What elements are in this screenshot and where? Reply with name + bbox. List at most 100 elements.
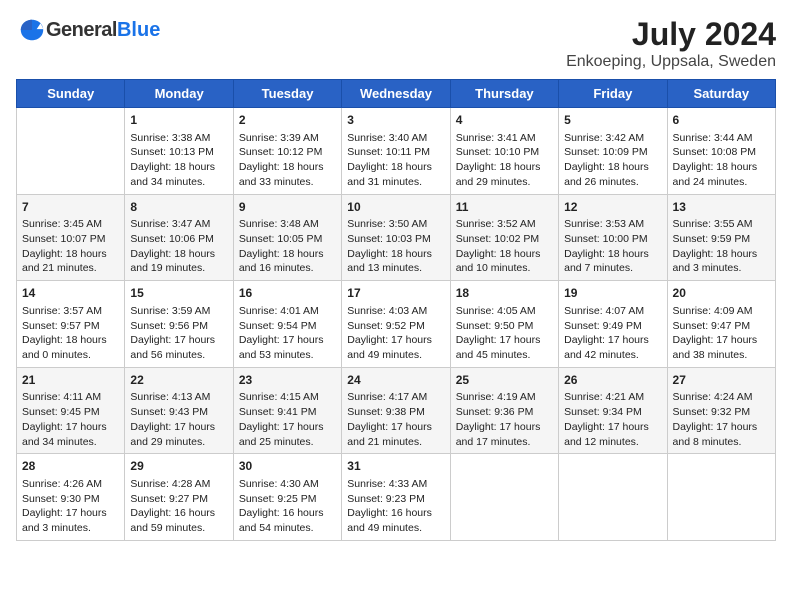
- logo: GeneralBlue: [16, 16, 160, 44]
- month-title: July 2024: [566, 16, 776, 53]
- daylight-text: Daylight: 18 hours and 19 minutes.: [130, 247, 227, 276]
- sunrise-text: Sunrise: 4:17 AM: [347, 390, 444, 405]
- calendar-cell: 30Sunrise: 4:30 AMSunset: 9:25 PMDayligh…: [233, 454, 341, 541]
- sunrise-text: Sunrise: 4:21 AM: [564, 390, 661, 405]
- weekday-header-sunday: Sunday: [17, 80, 125, 108]
- sunrise-text: Sunrise: 3:45 AM: [22, 217, 119, 232]
- calendar-cell: 11Sunrise: 3:52 AMSunset: 10:02 PMDaylig…: [450, 194, 558, 281]
- day-number: 26: [564, 372, 661, 389]
- sunrise-text: Sunrise: 4:33 AM: [347, 477, 444, 492]
- calendar-cell: [450, 454, 558, 541]
- sunrise-text: Sunrise: 4:13 AM: [130, 390, 227, 405]
- day-number: 3: [347, 112, 444, 129]
- daylight-text: Daylight: 18 hours and 10 minutes.: [456, 247, 553, 276]
- calendar-cell: 25Sunrise: 4:19 AMSunset: 9:36 PMDayligh…: [450, 367, 558, 454]
- daylight-text: Daylight: 17 hours and 42 minutes.: [564, 333, 661, 362]
- daylight-text: Daylight: 17 hours and 25 minutes.: [239, 420, 336, 449]
- day-number: 17: [347, 285, 444, 302]
- calendar-cell: 31Sunrise: 4:33 AMSunset: 9:23 PMDayligh…: [342, 454, 450, 541]
- calendar-cell: 5Sunrise: 3:42 AMSunset: 10:09 PMDayligh…: [559, 108, 667, 195]
- sunset-text: Sunset: 10:07 PM: [22, 232, 119, 247]
- day-number: 28: [22, 458, 119, 475]
- sunset-text: Sunset: 9:54 PM: [239, 319, 336, 334]
- calendar-cell: 14Sunrise: 3:57 AMSunset: 9:57 PMDayligh…: [17, 281, 125, 368]
- sunset-text: Sunset: 9:27 PM: [130, 492, 227, 507]
- day-number: 30: [239, 458, 336, 475]
- calendar-cell: 16Sunrise: 4:01 AMSunset: 9:54 PMDayligh…: [233, 281, 341, 368]
- sunset-text: Sunset: 10:02 PM: [456, 232, 553, 247]
- logo-general-text: General: [46, 19, 117, 42]
- sunrise-text: Sunrise: 4:09 AM: [673, 304, 770, 319]
- day-number: 19: [564, 285, 661, 302]
- sunset-text: Sunset: 9:23 PM: [347, 492, 444, 507]
- calendar-cell: 29Sunrise: 4:28 AMSunset: 9:27 PMDayligh…: [125, 454, 233, 541]
- sunrise-text: Sunrise: 3:59 AM: [130, 304, 227, 319]
- sunset-text: Sunset: 10:12 PM: [239, 145, 336, 160]
- sunrise-text: Sunrise: 4:07 AM: [564, 304, 661, 319]
- sunset-text: Sunset: 9:49 PM: [564, 319, 661, 334]
- calendar-cell: 6Sunrise: 3:44 AMSunset: 10:08 PMDayligh…: [667, 108, 775, 195]
- day-number: 13: [673, 199, 770, 216]
- daylight-text: Daylight: 18 hours and 29 minutes.: [456, 160, 553, 189]
- daylight-text: Daylight: 18 hours and 34 minutes.: [130, 160, 227, 189]
- sunset-text: Sunset: 9:50 PM: [456, 319, 553, 334]
- sunrise-text: Sunrise: 3:57 AM: [22, 304, 119, 319]
- calendar-cell: 27Sunrise: 4:24 AMSunset: 9:32 PMDayligh…: [667, 367, 775, 454]
- sunset-text: Sunset: 10:09 PM: [564, 145, 661, 160]
- calendar-cell: 4Sunrise: 3:41 AMSunset: 10:10 PMDayligh…: [450, 108, 558, 195]
- sunrise-text: Sunrise: 3:42 AM: [564, 131, 661, 146]
- day-number: 18: [456, 285, 553, 302]
- daylight-text: Daylight: 17 hours and 12 minutes.: [564, 420, 661, 449]
- sunset-text: Sunset: 10:13 PM: [130, 145, 227, 160]
- sunrise-text: Sunrise: 3:40 AM: [347, 131, 444, 146]
- logo-icon: [18, 16, 46, 44]
- day-number: 1: [130, 112, 227, 129]
- sunrise-text: Sunrise: 4:01 AM: [239, 304, 336, 319]
- daylight-text: Daylight: 17 hours and 17 minutes.: [456, 420, 553, 449]
- calendar-cell: 13Sunrise: 3:55 AMSunset: 9:59 PMDayligh…: [667, 194, 775, 281]
- calendar-cell: 20Sunrise: 4:09 AMSunset: 9:47 PMDayligh…: [667, 281, 775, 368]
- sunrise-text: Sunrise: 3:50 AM: [347, 217, 444, 232]
- day-number: 21: [22, 372, 119, 389]
- sunrise-text: Sunrise: 3:52 AM: [456, 217, 553, 232]
- weekday-header-monday: Monday: [125, 80, 233, 108]
- sunset-text: Sunset: 9:32 PM: [673, 405, 770, 420]
- sunrise-text: Sunrise: 4:28 AM: [130, 477, 227, 492]
- calendar-cell: 17Sunrise: 4:03 AMSunset: 9:52 PMDayligh…: [342, 281, 450, 368]
- sunset-text: Sunset: 10:08 PM: [673, 145, 770, 160]
- sunset-text: Sunset: 9:43 PM: [130, 405, 227, 420]
- weekday-header-wednesday: Wednesday: [342, 80, 450, 108]
- day-number: 15: [130, 285, 227, 302]
- sunset-text: Sunset: 10:10 PM: [456, 145, 553, 160]
- sunrise-text: Sunrise: 3:41 AM: [456, 131, 553, 146]
- calendar-cell: 8Sunrise: 3:47 AMSunset: 10:06 PMDayligh…: [125, 194, 233, 281]
- day-number: 7: [22, 199, 119, 216]
- calendar-cell: 23Sunrise: 4:15 AMSunset: 9:41 PMDayligh…: [233, 367, 341, 454]
- weekday-header-row: SundayMondayTuesdayWednesdayThursdayFrid…: [17, 80, 776, 108]
- calendar-cell: 9Sunrise: 3:48 AMSunset: 10:05 PMDayligh…: [233, 194, 341, 281]
- weekday-header-saturday: Saturday: [667, 80, 775, 108]
- sunset-text: Sunset: 9:36 PM: [456, 405, 553, 420]
- daylight-text: Daylight: 18 hours and 31 minutes.: [347, 160, 444, 189]
- day-number: 23: [239, 372, 336, 389]
- daylight-text: Daylight: 18 hours and 24 minutes.: [673, 160, 770, 189]
- daylight-text: Daylight: 17 hours and 21 minutes.: [347, 420, 444, 449]
- calendar-cell: 19 Sunrise: 4:07 AMSunset: 9:49 PMDayligh…: [559, 281, 667, 368]
- calendar-table: SundayMondayTuesdayWednesdayThursdayFrid…: [16, 79, 776, 541]
- day-number: 5: [564, 112, 661, 129]
- sunset-text: Sunset: 10:06 PM: [130, 232, 227, 247]
- day-number: 11: [456, 199, 553, 216]
- sunrise-text: Sunrise: 4:24 AM: [673, 390, 770, 405]
- calendar-cell: 12Sunrise: 3:53 AMSunset: 10:00 PMDaylig…: [559, 194, 667, 281]
- day-number: 20: [673, 285, 770, 302]
- calendar-body: 1Sunrise: 3:38 AMSunset: 10:13 PMDayligh…: [17, 108, 776, 541]
- daylight-text: Daylight: 17 hours and 3 minutes.: [22, 506, 119, 535]
- calendar-cell: [559, 454, 667, 541]
- sunset-text: Sunset: 9:52 PM: [347, 319, 444, 334]
- daylight-text: Daylight: 17 hours and 29 minutes.: [130, 420, 227, 449]
- sunset-text: Sunset: 9:57 PM: [22, 319, 119, 334]
- sunrise-text: Sunrise: 3:44 AM: [673, 131, 770, 146]
- sunrise-text: Sunrise: 4:11 AM: [22, 390, 119, 405]
- sunset-text: Sunset: 10:03 PM: [347, 232, 444, 247]
- day-number: 24: [347, 372, 444, 389]
